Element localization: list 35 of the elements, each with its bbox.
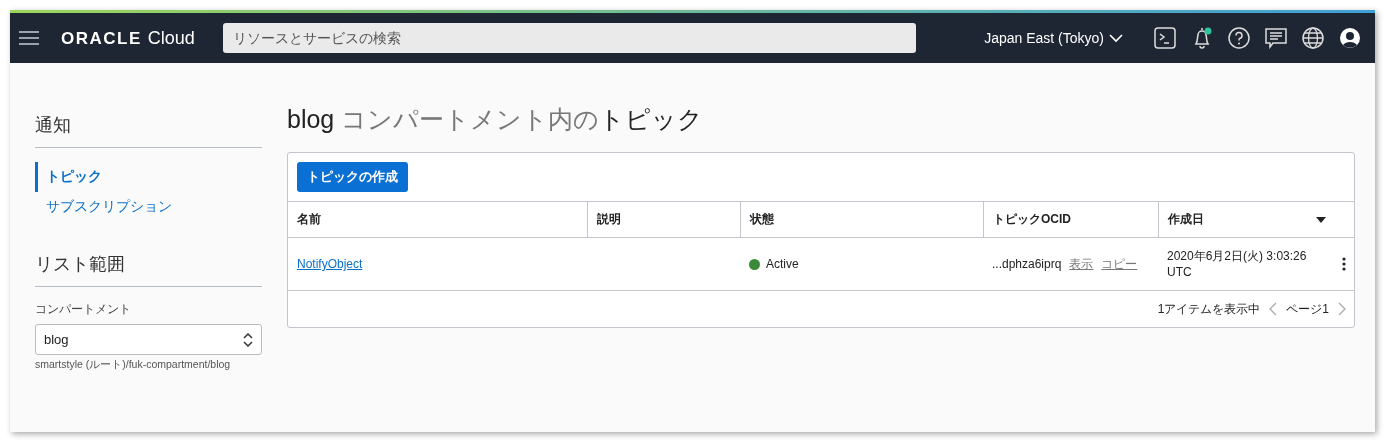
ocid-text: ...dphza6iprq [992, 257, 1062, 271]
chat-icon[interactable] [1265, 27, 1287, 49]
more-actions-icon[interactable] [1342, 257, 1346, 271]
page-number: ページ1 [1286, 300, 1329, 318]
search-field[interactable]: リソースとサービスの検索 [222, 23, 916, 53]
copy-link[interactable]: コピー [1101, 255, 1138, 273]
logo-brand: ORACLE [61, 28, 142, 49]
topic-link[interactable]: NotifyObject [297, 257, 363, 271]
globe-icon[interactable] [1302, 27, 1324, 49]
item-count: 1アイテムを表示中 [1157, 300, 1261, 318]
compartment-path: smartstyle (ルート)/fuk-compartment/blog [35, 358, 232, 372]
column-header[interactable]: 名前 [288, 202, 587, 238]
column-header[interactable]: 説明 [587, 202, 740, 238]
chevron-down-icon [1109, 33, 1123, 43]
sort-arrows-icon [243, 332, 253, 347]
region-selector[interactable]: Japan East (Tokyo) [984, 30, 1123, 46]
created-date: 2020年6月2日(火) 3:03:26 UTC [1167, 247, 1308, 281]
scope-title: リスト範囲 [35, 253, 126, 276]
column-header[interactable]: トピックOCID [983, 202, 1158, 238]
field-label: コンパートメント [35, 301, 132, 318]
column-header[interactable]: 状態 [740, 202, 983, 238]
compartment-select[interactable]: blog [35, 324, 262, 355]
help-icon[interactable] [1228, 27, 1250, 49]
page-title: blog コンパートメント内の トピック [287, 105, 704, 133]
sidebar-item[interactable]: トピック [35, 162, 262, 192]
terminal-icon[interactable] [1154, 27, 1176, 49]
sidebar-title: 通知 [35, 114, 72, 137]
show-link[interactable]: 表示 [1069, 255, 1094, 273]
user-avatar-icon[interactable] [1339, 27, 1361, 49]
status-text: Active [766, 257, 799, 271]
column-header[interactable]: 作成日 [1158, 202, 1354, 238]
logo-product: Cloud [147, 27, 195, 49]
create-topic-button[interactable]: トピックの作成 [297, 162, 408, 192]
sidebar-item[interactable]: サブスクリプション [35, 192, 262, 222]
menu-icon[interactable] [19, 31, 39, 45]
